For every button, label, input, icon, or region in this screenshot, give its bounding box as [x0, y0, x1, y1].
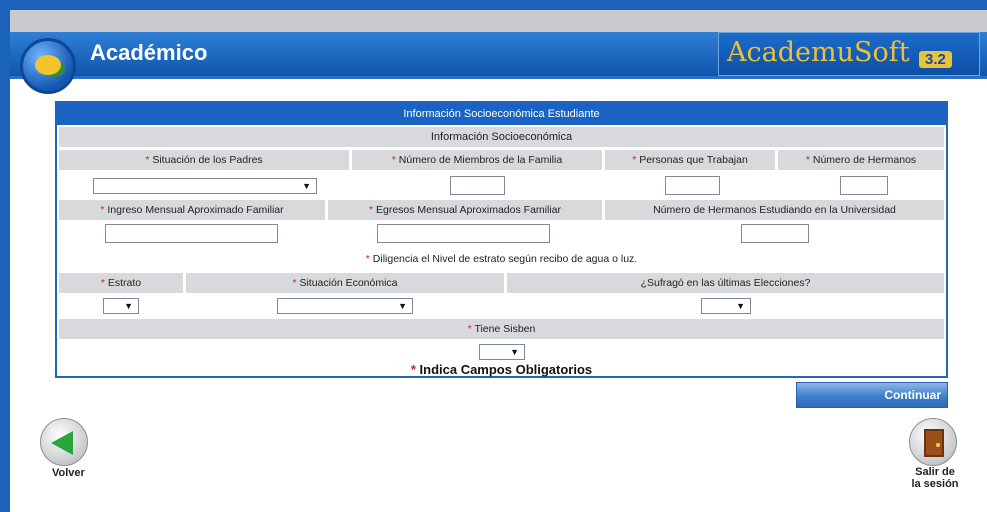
continue-button[interactable]: Continuar — [796, 382, 948, 408]
door-icon — [924, 429, 944, 457]
label-miembros-familia: * Número de Miembros de la Familia — [352, 150, 602, 170]
dropdown-arrow-icon: ▼ — [398, 301, 407, 311]
dropdown-arrow-icon: ▼ — [510, 347, 519, 357]
sufrago-select[interactable]: ▼ — [701, 298, 751, 314]
label-sufrago: ¿Sufragó en las últimas Elecciones? — [507, 273, 944, 293]
back-label: Volver — [52, 467, 85, 479]
label-situacion-economica: * Situación Económica — [186, 273, 504, 293]
required-fields-legend: * Indica Campos Obligatorios — [410, 362, 593, 377]
situacion-economica-select[interactable]: ▼ — [277, 298, 413, 314]
exit-session-label: Salir de la sesión — [911, 466, 959, 490]
brand-version: 3.2 — [919, 51, 952, 68]
estrato-select[interactable]: ▼ — [103, 298, 139, 314]
dropdown-arrow-icon: ▼ — [124, 301, 133, 311]
window-frame-top — [10, 0, 987, 10]
label-numero-hermanos: * Número de Hermanos — [778, 150, 944, 170]
dropdown-arrow-icon: ▼ — [736, 301, 745, 311]
numero-hermanos-input[interactable] — [840, 176, 888, 195]
back-button[interactable] — [40, 418, 88, 466]
label-personas-trabajan: * Personas que Trabajan — [605, 150, 775, 170]
socioeconomic-form: Información Socioeconómica Estudiante In… — [55, 101, 948, 378]
label-situacion-padres: * Situación de los Padres — [59, 150, 349, 170]
label-egresos-mensual: * Egresos Mensual Aproximados Familiar — [328, 200, 602, 220]
label-estrato: * Estrato — [59, 273, 183, 293]
top-strip — [10, 10, 987, 32]
form-title: Información Socioeconómica Estudiante — [57, 103, 946, 125]
ingreso-mensual-input[interactable] — [105, 224, 278, 243]
miembros-familia-input[interactable] — [450, 176, 505, 195]
dropdown-arrow-icon: ▼ — [302, 181, 311, 191]
app-title: Académico — [90, 40, 208, 65]
app-logo-icon — [20, 38, 76, 94]
label-tiene-sisben: * Tiene Sisben — [59, 319, 944, 339]
hermanos-universidad-input[interactable] — [741, 224, 809, 243]
egresos-mensual-input[interactable] — [377, 224, 550, 243]
estrato-note: * Diligencia el Nivel de estrato según r… — [365, 253, 638, 265]
header-divider — [10, 76, 987, 79]
label-hermanos-universidad: Número de Hermanos Estudiando en la Univ… — [605, 200, 944, 220]
window-frame-left — [0, 0, 10, 512]
personas-trabajan-input[interactable] — [665, 176, 720, 195]
brand-logo: AcademuSoft 3.2 — [718, 32, 980, 76]
brand-name: AcademuSoft — [727, 37, 910, 68]
tiene-sisben-select[interactable]: ▼ — [479, 344, 525, 360]
label-ingreso-mensual: * Ingreso Mensual Aproximado Familiar — [59, 200, 325, 220]
exit-session-button[interactable] — [909, 418, 957, 466]
back-arrow-icon — [51, 431, 73, 455]
situacion-padres-select[interactable]: ▼ — [93, 178, 317, 194]
section-title: Información Socioeconómica — [59, 127, 944, 147]
